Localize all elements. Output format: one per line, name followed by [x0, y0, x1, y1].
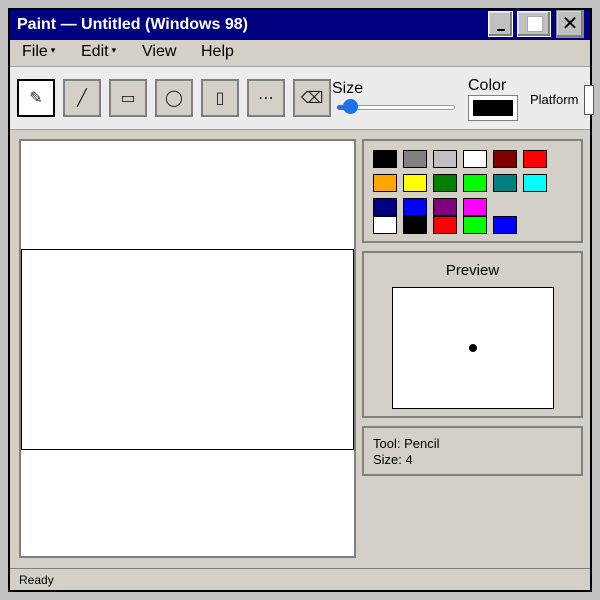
menu-file[interactable]: File ▾	[22, 43, 55, 61]
minimize-button[interactable]	[488, 11, 513, 37]
close-button[interactable]: ✕	[556, 10, 584, 38]
palette-swatch[interactable]	[433, 150, 457, 168]
rectangle-icon: ▭	[120, 90, 136, 107]
palette-swatch[interactable]	[403, 216, 427, 234]
color-palette	[362, 139, 583, 243]
palette-swatch[interactable]	[433, 174, 457, 192]
tool-pencil-button[interactable]: ✎	[17, 79, 55, 117]
menu-help-label: Help	[201, 43, 234, 60]
size-slider-thumb[interactable]	[343, 99, 359, 114]
drawn-rectangle	[21, 249, 354, 450]
menu-file-label: File	[22, 43, 48, 60]
palette-swatch[interactable]	[463, 216, 487, 234]
preview-title: Preview	[445, 262, 500, 279]
tool-eraser-button[interactable]: ⌫	[293, 79, 331, 117]
ellipse-icon: ◯	[165, 90, 183, 107]
palette-swatch[interactable]	[463, 174, 487, 192]
maximize-button[interactable]	[517, 11, 551, 37]
menu-view-label: View	[142, 43, 177, 60]
palette-swatch[interactable]	[493, 150, 517, 168]
palette-swatch[interactable]	[373, 174, 397, 192]
preview-panel: Preview	[362, 251, 583, 418]
pencil-icon: ✎	[29, 90, 43, 107]
menu-view[interactable]: View	[142, 43, 176, 61]
preview-box	[392, 287, 554, 409]
menu-edit[interactable]: Edit ▾	[81, 43, 116, 61]
menu-help[interactable]: Help	[201, 43, 234, 61]
chevron-down-icon: ▾	[111, 45, 117, 55]
chevron-down-icon: ▾	[50, 45, 56, 55]
palette-swatch[interactable]	[493, 174, 517, 192]
info-size: Size: 4	[373, 452, 413, 467]
palette-swatch[interactable]	[463, 198, 487, 216]
current-color-swatch	[473, 100, 513, 116]
tool-fill-button[interactable]: ▯	[201, 79, 239, 117]
palette-swatch[interactable]	[523, 150, 547, 168]
more-icon: ⋯	[258, 90, 274, 107]
close-icon: ✕	[561, 13, 579, 35]
palette-swatch[interactable]	[403, 150, 427, 168]
palette-swatch[interactable]	[463, 150, 487, 168]
line-icon: ╱	[77, 90, 87, 107]
platform-label: Platform	[530, 92, 579, 107]
brush-preview-dot	[469, 344, 477, 352]
size-label: Size	[332, 80, 364, 97]
eraser-icon: ⌫	[300, 90, 324, 107]
drawing-canvas[interactable]	[19, 139, 356, 558]
fill-icon: ▯	[215, 90, 225, 107]
menu-edit-label: Edit	[81, 43, 109, 60]
platform-select[interactable]	[584, 85, 594, 115]
window-title: Paint — Untitled (Windows 98)	[17, 16, 248, 33]
status-text: Ready	[19, 573, 54, 587]
menu-bar: File ▾ Edit ▾ View Help	[10, 40, 590, 66]
title-bar[interactable]: Paint — Untitled (Windows 98) ✕	[10, 10, 590, 40]
palette-swatch[interactable]	[493, 216, 517, 234]
palette-swatch[interactable]	[403, 174, 427, 192]
palette-swatch[interactable]	[523, 174, 547, 192]
palette-swatch[interactable]	[403, 198, 427, 216]
info-tool: Tool: Pencil	[373, 436, 440, 451]
status-bar: Ready	[10, 568, 590, 590]
palette-swatch[interactable]	[373, 150, 397, 168]
tool-ellipse-button[interactable]: ◯	[155, 79, 193, 117]
tool-rectangle-button[interactable]: ▭	[109, 79, 147, 117]
tool-more-button[interactable]: ⋯	[247, 79, 285, 117]
palette-swatch[interactable]	[373, 216, 397, 234]
size-slider[interactable]	[337, 99, 455, 114]
paint-window: Paint — Untitled (Windows 98) ✕ File ▾ Ed…	[8, 8, 594, 592]
info-panel: Tool: Pencil Size: 4	[362, 426, 583, 476]
palette-swatch[interactable]	[433, 216, 457, 234]
tool-line-button[interactable]: ╱	[63, 79, 101, 117]
current-color-button[interactable]	[468, 95, 518, 121]
palette-swatch[interactable]	[373, 198, 397, 216]
color-label: Color	[468, 77, 507, 94]
palette-swatch[interactable]	[433, 198, 457, 216]
toolbar: ✎ ╱ ▭ ◯ ▯ ⋯ ⌫ Size Color Platform	[10, 66, 594, 130]
